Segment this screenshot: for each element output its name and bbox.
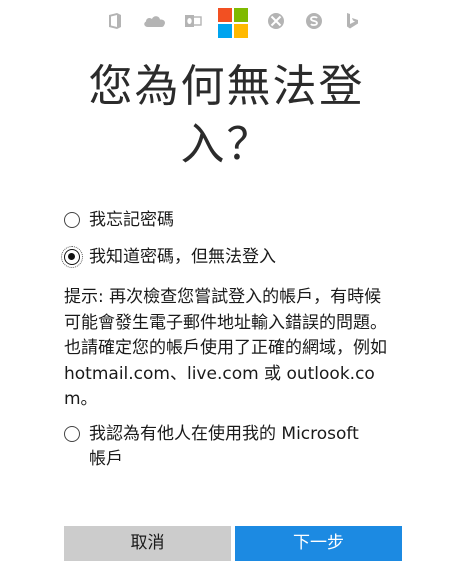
option-someone-else-label-line-2: 帳戶: [89, 449, 123, 469]
logo-blue-square: [218, 24, 232, 38]
outlook-icon: [184, 12, 202, 30]
page-title-line-1: 您為何無法登: [88, 61, 365, 112]
option-someone-else-label-line-1: 我認為有他人在使用我的 Microsoft: [89, 424, 359, 444]
next-button[interactable]: 下一步: [235, 526, 402, 561]
onedrive-icon: [142, 12, 168, 30]
bing-icon: [343, 12, 361, 30]
radio-forgot-password[interactable]: [64, 212, 80, 228]
logo-red-square: [218, 8, 232, 22]
logo-green-square: [234, 8, 248, 22]
office-icon: [106, 12, 124, 30]
option-know-password[interactable]: 我知道密碼，但無法登入: [61, 245, 276, 270]
radio-know-password[interactable]: [61, 246, 83, 268]
microsoft-logo-icon: [218, 8, 248, 38]
page-title-line-2: 入？: [180, 119, 273, 170]
xbox-icon: [267, 12, 285, 30]
radio-someone-else[interactable]: [64, 426, 80, 442]
product-icon-row: [0, 6, 453, 40]
hint-text: 提示: 再次檢查您嘗試登入的帳戶，有時候可能會發生電子郵件地址輸入錯誤的問題。也…: [64, 287, 387, 409]
skype-icon: [305, 12, 323, 30]
option-someone-else-label: 我認為有他人在使用我的 Microsoft 帳戶: [89, 422, 359, 472]
option-know-password-label: 我知道密碼，但無法登入: [89, 247, 276, 267]
logo-yellow-square: [234, 24, 248, 38]
page-title: 您為何無法登 入？: [0, 58, 453, 174]
cancel-button[interactable]: 取消: [64, 526, 231, 561]
option-someone-else[interactable]: 我認為有他人在使用我的 Microsoft 帳戶: [64, 422, 359, 472]
option-forgot-password-label: 我忘記密碼: [89, 210, 174, 230]
option-forgot-password[interactable]: 我忘記密碼: [64, 208, 174, 233]
